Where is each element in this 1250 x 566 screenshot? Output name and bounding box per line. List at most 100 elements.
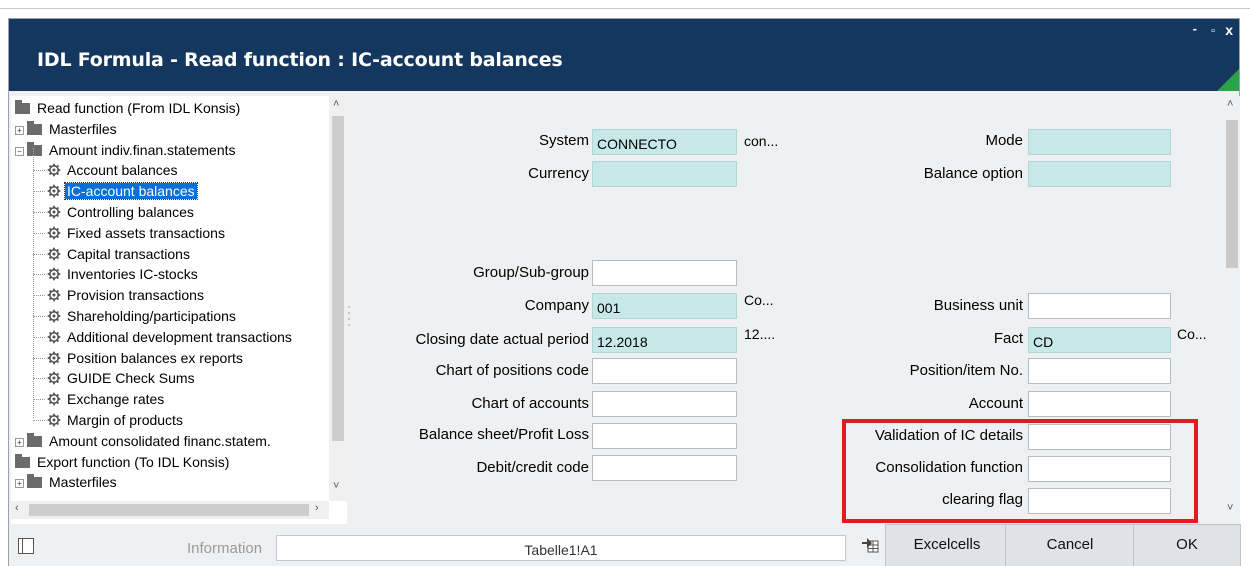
panel-splitter[interactable]: [347, 299, 351, 339]
tree-item-label: Exchange rates: [67, 391, 165, 408]
title-bar[interactable]: IDL Formula - Read function : IC-account…: [9, 19, 1239, 91]
gear-icon: [47, 329, 61, 344]
close-icon[interactable]: x: [1225, 22, 1233, 38]
tree-item[interactable]: + Masterfiles: [15, 472, 119, 492]
tree-horizontal-scrollbar[interactable]: ‹ ›: [11, 501, 329, 519]
company-field[interactable]: 001: [592, 293, 737, 319]
system-label: System: [538, 132, 589, 149]
tree-item-label: Account balances: [67, 162, 178, 179]
business-unit-field[interactable]: [1028, 293, 1171, 319]
group-label: Group/Sub-group: [473, 264, 589, 281]
tree-item[interactable]: Margin of products: [33, 410, 185, 430]
group-field[interactable]: [592, 260, 737, 286]
tree-item[interactable]: Additional development transactions: [33, 327, 294, 347]
chart-accounts-field[interactable]: [592, 391, 737, 417]
tree-connector: [33, 191, 45, 193]
tree-item-label: Fixed assets transactions: [67, 224, 225, 241]
ok-button[interactable]: OK: [1133, 524, 1241, 566]
scroll-down-icon[interactable]: ˅: [333, 480, 339, 492]
balance-sheet-field[interactable]: [592, 423, 737, 449]
tree-vertical-scrollbar[interactable]: ˄ ˅: [329, 96, 347, 501]
expand-icon[interactable]: +: [15, 479, 24, 489]
scroll-left-icon[interactable]: ‹: [15, 502, 19, 514]
scroll-up-icon[interactable]: ˄: [333, 98, 339, 110]
tree-item[interactable]: Account balances: [33, 160, 180, 180]
excel-cells-icon[interactable]: [861, 533, 879, 553]
tree-item[interactable]: Exchange rates: [33, 389, 166, 409]
chart-positions-label: Chart of positions code: [435, 362, 589, 379]
currency-field[interactable]: [592, 161, 737, 187]
tree-item-label: Capital transactions: [67, 245, 190, 262]
expand-icon[interactable]: +: [15, 437, 24, 447]
maximize-icon[interactable]: ▫: [1211, 25, 1215, 37]
scroll-right-icon[interactable]: ›: [315, 502, 319, 514]
tree-item[interactable]: Fixed assets transactions: [33, 223, 227, 243]
folder-icon: [15, 100, 30, 114]
tree-item[interactable]: Controlling balances: [33, 202, 196, 222]
folder-icon: [27, 432, 42, 447]
position-item-label: Position/item No.: [909, 362, 1023, 379]
function-tree[interactable]: Read function (From IDL Konsis) + Masterfi…: [11, 96, 347, 524]
chart-positions-field[interactable]: [592, 358, 737, 384]
tree-connector: [33, 253, 45, 255]
tree-item[interactable]: + Amount consolidated financ.statem.: [15, 431, 273, 451]
folder-icon: [27, 474, 42, 489]
mode-field[interactable]: [1028, 129, 1171, 155]
corner-accent: [1217, 69, 1239, 91]
gear-icon: [47, 246, 61, 260]
tree-item[interactable]: Shareholding/participations: [33, 306, 238, 326]
closing-date-field[interactable]: 12.2018: [592, 327, 737, 353]
tree-item[interactable]: Capital transactions: [33, 244, 192, 264]
folder-icon: [27, 141, 42, 156]
excelcells-button[interactable]: Excelcells: [885, 524, 1009, 566]
tree-vscroll-thumb[interactable]: [332, 116, 344, 441]
information-field[interactable]: Tabelle1!A1: [276, 535, 846, 561]
tree-item[interactable]: Position balances ex reports: [33, 348, 245, 368]
balance-sheet-label: Balance sheet/Profit Loss: [418, 426, 589, 443]
cancel-button[interactable]: Cancel: [1005, 524, 1135, 566]
gear-icon: [47, 225, 61, 240]
tree-item[interactable]: Provision transactions: [33, 285, 206, 305]
tree-item-label: Shareholding/participations: [67, 308, 236, 324]
form-vertical-scrollbar[interactable]: ˄ ˅: [1224, 96, 1240, 524]
gear-icon: [47, 308, 61, 323]
account-field[interactable]: [1028, 391, 1171, 417]
chart-accounts-label: Chart of accounts: [471, 395, 589, 412]
panel-toggle-icon[interactable]: [18, 538, 34, 554]
balance-option-label: Balance option: [923, 165, 1023, 182]
tree-item[interactable]: − Amount indiv.finan.statements: [15, 140, 238, 160]
minimize-icon[interactable]: -: [1193, 21, 1197, 36]
company-desc: Co...: [744, 292, 774, 308]
expand-icon[interactable]: +: [15, 125, 24, 135]
tree-item[interactable]: + Masterfiles: [15, 119, 119, 139]
closing-date-label: Closing date actual period: [415, 331, 589, 348]
system-field[interactable]: CONNECTO: [592, 129, 737, 155]
tree-connector: [33, 357, 45, 359]
tree-item[interactable]: Export function (To IDL Konsis): [15, 452, 231, 472]
tree-item[interactable]: GUIDE Check Sums: [33, 368, 197, 388]
balance-option-field[interactable]: [1028, 161, 1171, 187]
tree-item[interactable]: Inventories IC-stocks: [33, 264, 200, 284]
tree-connector: [33, 420, 45, 421]
tree-item[interactable]: IC-account balances: [33, 181, 198, 201]
tree-item-label: Export function (To IDL Konsis): [37, 453, 230, 470]
form-scroll-down-icon[interactable]: ˅: [1227, 502, 1233, 514]
gear-icon: [47, 266, 61, 281]
tree-item-label: IC-account balances: [64, 182, 198, 201]
tree-connector: [33, 232, 45, 234]
form-vscroll-thumb[interactable]: [1226, 120, 1238, 268]
tree-connector: [33, 295, 45, 297]
debit-credit-field[interactable]: [592, 455, 737, 481]
window-title: IDL Formula - Read function : IC-account…: [37, 49, 563, 71]
form-scroll-up-icon[interactable]: ˄: [1227, 98, 1233, 110]
tree-item[interactable]: Read function (From IDL Konsis): [15, 98, 242, 118]
gear-icon: [47, 370, 61, 385]
tree-hscroll-thumb[interactable]: [29, 504, 309, 516]
fact-field[interactable]: CD: [1028, 327, 1171, 353]
collapse-icon[interactable]: −: [15, 146, 24, 156]
tree-item-label: Masterfiles: [49, 474, 117, 491]
position-item-field[interactable]: [1028, 358, 1171, 384]
highlight-box: [842, 419, 1198, 523]
tree-connector: [33, 316, 45, 317]
tree-connector: [33, 274, 45, 276]
